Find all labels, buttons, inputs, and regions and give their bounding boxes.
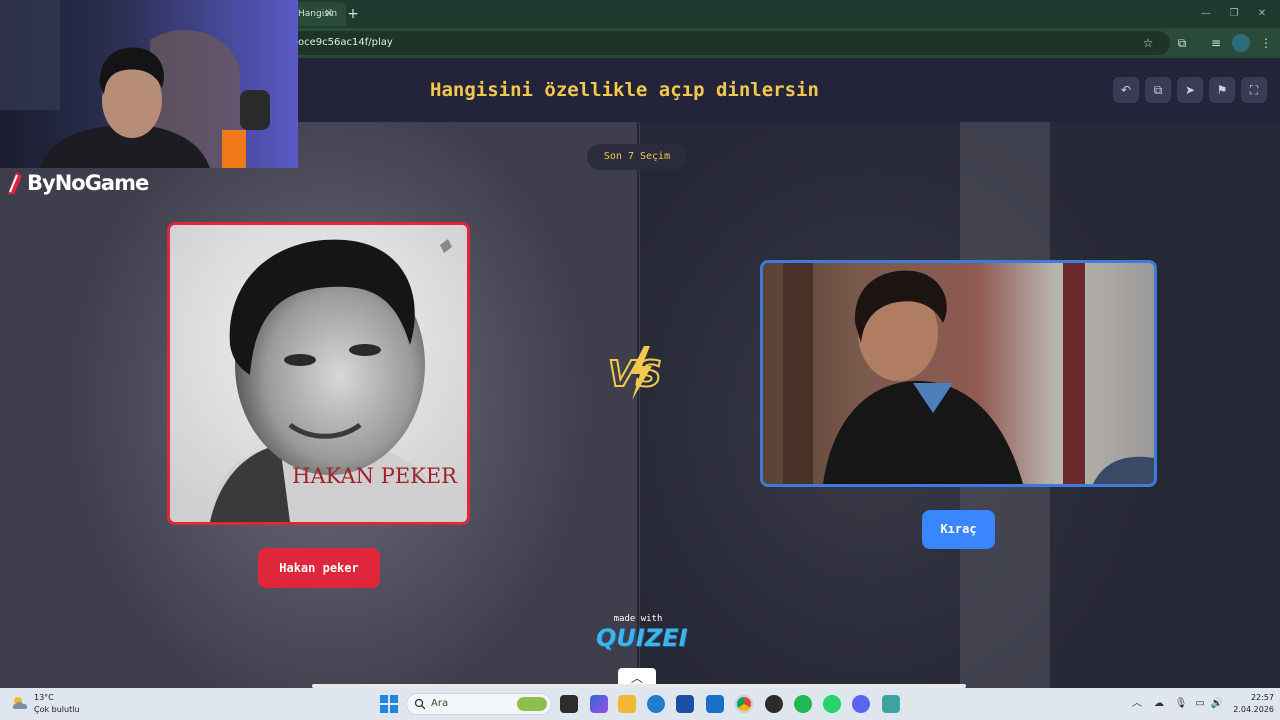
round-chip: Son 7 Seçim [587, 144, 687, 170]
center-divider [637, 122, 639, 688]
menu-kebab-icon[interactable]: ⋮ [1256, 33, 1276, 53]
undo-icon[interactable]: ↶ [1113, 77, 1139, 103]
fullscreen-icon[interactable]: ⛶ [1241, 77, 1267, 103]
choose-hakan-peker-button[interactable]: Hakan peker [258, 548, 380, 588]
send-icon[interactable]: ➤ [1177, 77, 1203, 103]
quizei-logo[interactable]: QUIZEI [596, 624, 688, 652]
app-icon[interactable] [882, 695, 900, 713]
volume-icon[interactable]: 🔊 [1210, 697, 1224, 711]
tab-close-icon[interactable]: × [322, 6, 336, 20]
weather-temperature[interactable]: 13°C [34, 693, 54, 702]
new-tab-button[interactable]: + [344, 5, 362, 23]
outlook-icon[interactable] [706, 695, 724, 713]
choose-kirac-button[interactable]: Kıraç [922, 510, 995, 549]
webcam-overlay [0, 0, 298, 168]
chrome-icon[interactable] [735, 695, 753, 713]
windows-taskbar: 13°C Çok bulutlu Ara ︿ ☁ 🎙 ▭ 🔊 22:57 2.0… [0, 688, 1280, 720]
webcam-feed [0, 0, 298, 168]
store-icon[interactable] [676, 695, 694, 713]
media-control-icon[interactable]: ≡ [1206, 33, 1226, 53]
question-title: Hangisini özellikle açıp dinlersin [430, 79, 819, 101]
clock-date[interactable]: 2.04.2026 [1226, 705, 1274, 714]
discord-icon[interactable] [852, 695, 870, 713]
edge-icon[interactable] [647, 695, 665, 713]
file-explorer-icon[interactable] [618, 695, 636, 713]
display-icon[interactable]: ▭ [1193, 697, 1207, 711]
taskbar-search-input[interactable]: Ara [406, 693, 552, 715]
windows-start-icon[interactable] [380, 695, 398, 713]
bynogame-logo: ByNoGame [6, 168, 149, 198]
bynogame-logo-text: ByNoGame [27, 171, 149, 195]
weather-description[interactable]: Çok bulutlu [34, 705, 80, 714]
copy-icon[interactable]: ⧉ [1145, 77, 1171, 103]
versus-icon: VS [607, 346, 663, 400]
maximize-icon[interactable]: ❐ [1224, 6, 1244, 22]
search-highlight-icon [517, 697, 547, 711]
cloud-sync-icon[interactable]: ☁ [1152, 697, 1166, 711]
tray-chevron-up-icon[interactable]: ︿ [1130, 697, 1144, 711]
search-placeholder: Ara [431, 698, 449, 709]
left-choice-card[interactable]: HAKAN PEKER [167, 222, 470, 525]
flag-icon[interactable]: ⚑ [1209, 77, 1235, 103]
url-text: oce9c56ac14f/play [298, 37, 393, 48]
bookmark-star-icon[interactable]: ☆ [1138, 33, 1158, 53]
task-view-icon[interactable] [560, 695, 578, 713]
photo-caption: HAKAN PEKER [292, 464, 457, 488]
spotify-icon[interactable] [794, 695, 812, 713]
made-with-label: made with [613, 614, 663, 624]
kirac-photo [763, 263, 1154, 484]
microphone-icon[interactable]: 🎙 [1174, 697, 1188, 711]
address-bar[interactable]: oce9c56ac14f/play [290, 31, 1170, 55]
screen: Hangisin × + — ❐ ✕ oce9c56ac14f/play ☆ ⧉… [0, 0, 1280, 720]
whatsapp-icon[interactable] [823, 695, 841, 713]
extensions-icon[interactable]: ⧉ [1172, 33, 1192, 53]
clock-time[interactable]: 22:57 [1240, 693, 1274, 702]
search-icon [414, 698, 426, 710]
cloud-weather-icon [12, 697, 28, 709]
svg-text:VS: VS [608, 354, 662, 395]
profile-avatar[interactable] [1232, 34, 1250, 52]
bynogame-mark-icon [8, 172, 22, 194]
minimize-icon[interactable]: — [1196, 6, 1216, 22]
copilot-icon[interactable] [590, 695, 608, 713]
close-window-icon[interactable]: ✕ [1252, 6, 1272, 22]
right-choice-card[interactable] [760, 260, 1157, 487]
obs-icon[interactable] [765, 695, 783, 713]
